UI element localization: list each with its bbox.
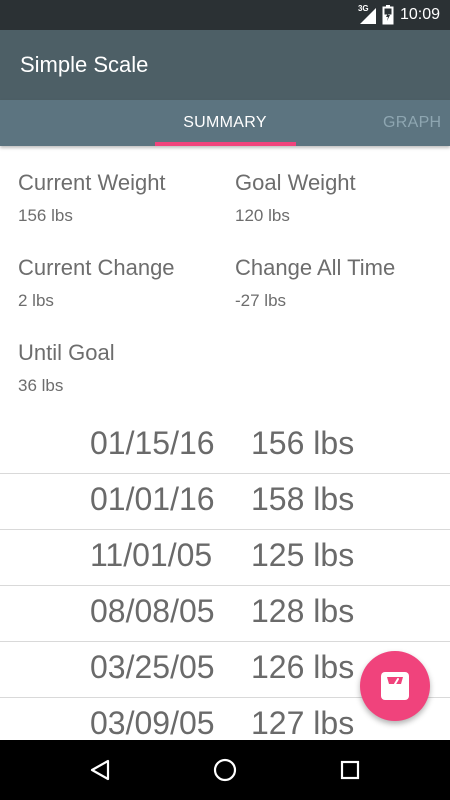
stat-label: Goal Weight [235, 170, 356, 195]
entry-weight: 158 lbs [251, 481, 355, 517]
entry-date: 11/01/05 [90, 537, 213, 573]
stat-current-change: Current Change 2 lbs [18, 255, 175, 311]
tab-summary[interactable]: SUMMARY [155, 114, 295, 132]
stat-value: 36 lbs [18, 376, 64, 395]
battery-icon [382, 5, 394, 25]
status-bar: 3G 10:09 [0, 0, 450, 30]
status-icons: 3G 10:09 [358, 0, 440, 30]
back-icon[interactable] [84, 754, 116, 786]
stat-value: 120 lbs [235, 206, 290, 225]
stat-label: Current Change [18, 255, 175, 280]
entry-date: 08/08/05 [90, 593, 215, 629]
stat-current-weight: Current Weight 156 lbs [18, 170, 166, 226]
entry-weight: 156 lbs [251, 425, 355, 461]
navigation-bar [0, 740, 450, 800]
stat-change-all-time: Change All Time -27 lbs [235, 255, 395, 311]
stat-label: Change All Time [235, 255, 396, 280]
stat-value: -27 lbs [235, 291, 287, 310]
recents-icon[interactable] [334, 754, 366, 786]
list-item[interactable]: 01/01/16 158 lbs [0, 474, 450, 530]
stat-value: 156 lbs [18, 206, 73, 225]
signal-icon: 3G [358, 4, 376, 25]
stat-value: 2 lbs [18, 291, 54, 310]
stat-goal-weight: Goal Weight 120 lbs [235, 170, 356, 226]
entry-date: 01/15/16 [90, 425, 215, 461]
stat-label: Current Weight [18, 170, 166, 195]
entry-date: 03/25/05 [90, 649, 215, 685]
entry-weight: 128 lbs [251, 593, 355, 629]
list-item[interactable]: 11/01/05 125 lbs [0, 530, 450, 586]
list-item[interactable]: 08/08/05 128 lbs [0, 586, 450, 642]
tab-graph[interactable]: GRAPH [383, 114, 441, 132]
stat-label: Until Goal [18, 340, 115, 365]
scale-icon [381, 672, 409, 700]
app-bar: Simple Scale [0, 30, 450, 100]
entry-weight: 126 lbs [251, 649, 355, 685]
clock: 10:09 [399, 6, 440, 23]
stat-until-goal: Until Goal 36 lbs [18, 340, 115, 396]
entry-date: 01/01/16 [90, 481, 215, 517]
tab-bar: SUMMARY GRAPH [0, 100, 450, 146]
add-weight-button[interactable] [360, 651, 430, 721]
tab-indicator [155, 142, 296, 146]
screen: 3G 10:09 Simple Scale SUMMARY GRAPH Curr… [0, 0, 450, 800]
app-title: Simple Scale [20, 52, 149, 77]
home-icon[interactable] [209, 754, 241, 786]
list-item[interactable]: 01/15/16 156 lbs [0, 418, 450, 474]
entry-date: 03/09/05 [90, 705, 215, 740]
entry-weight: 125 lbs [251, 537, 355, 573]
entry-weight: 127 lbs [251, 705, 355, 740]
